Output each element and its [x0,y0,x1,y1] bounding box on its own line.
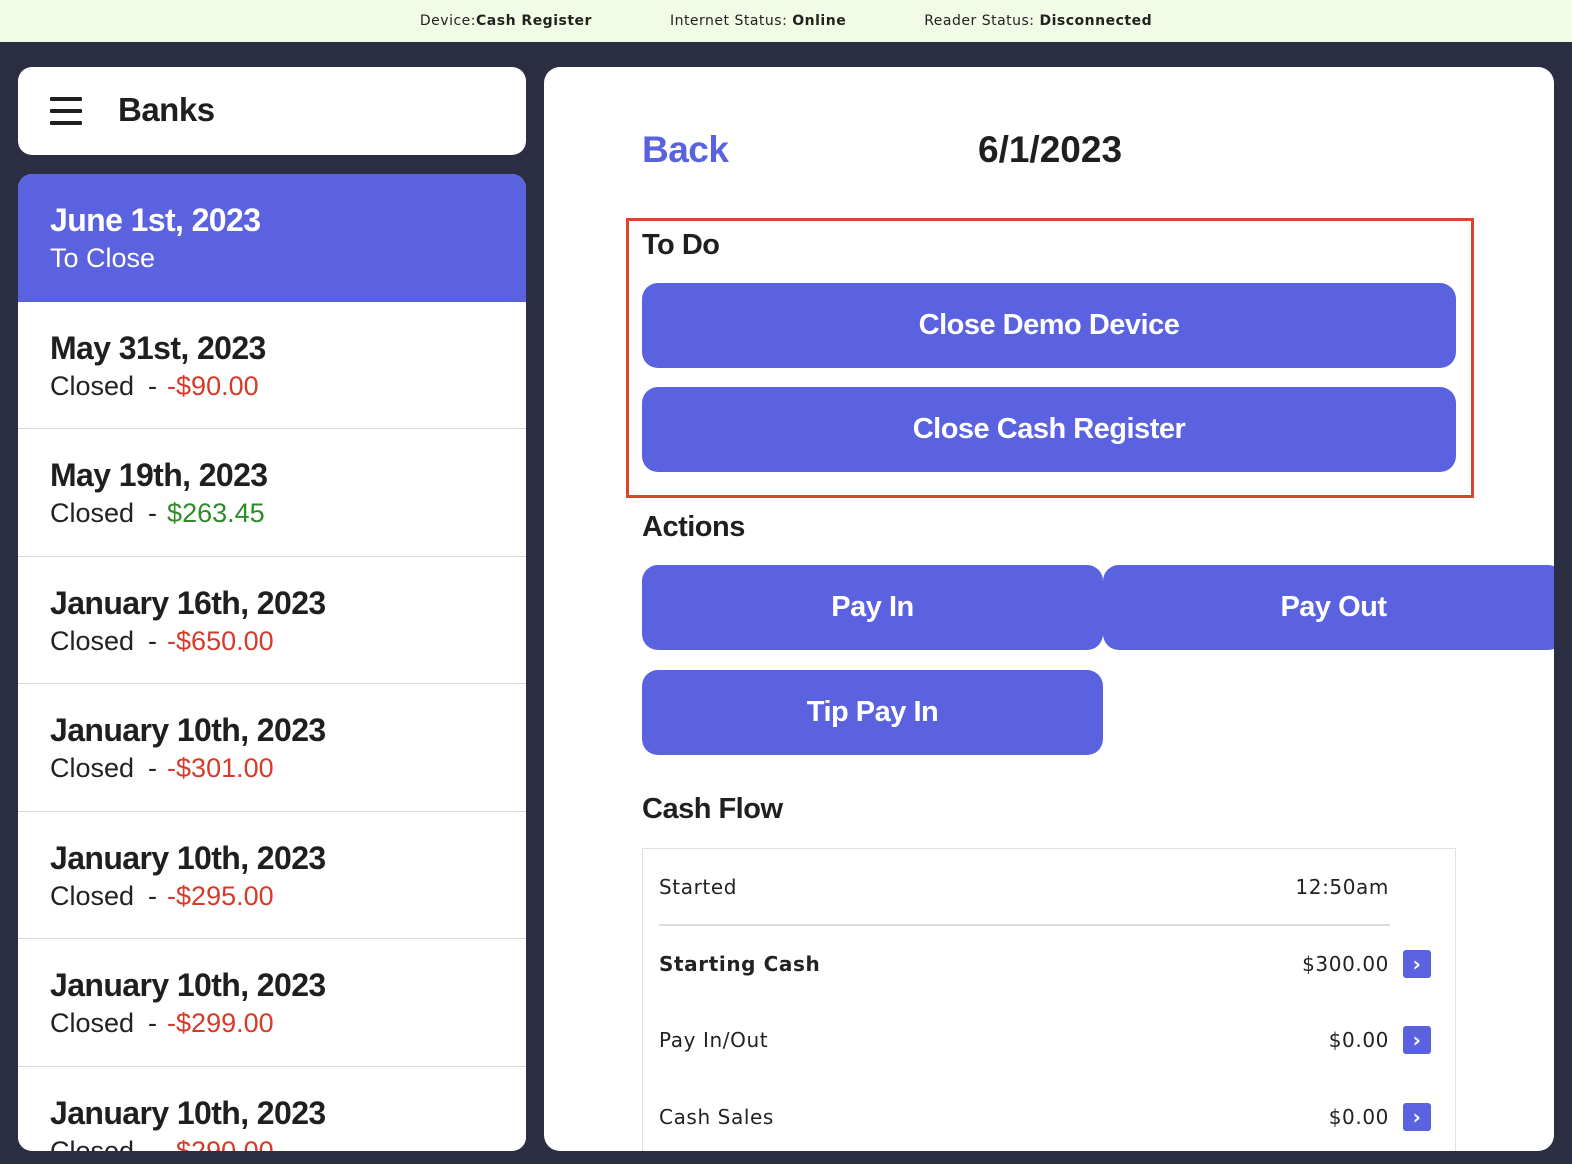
bank-list-item[interactable]: January 16th, 2023 Closed - -$650.00 [18,556,526,684]
bank-list: June 1st, 2023 To Close May 31st, 2023 C… [18,174,526,1151]
bank-list-item[interactable]: January 10th, 2023 Closed - -$295.00 [18,811,526,939]
sidebar: Banks June 1st, 2023 To Close May 31st, … [18,67,526,1151]
bank-status: Closed [50,753,135,783]
bank-date: May 19th, 2023 [50,457,268,493]
bank-status: Closed [50,1135,135,1152]
bank-date: January 10th, 2023 [50,967,326,1003]
cash-flow-label: Starting Cash [659,952,821,976]
pay-out-button[interactable]: Pay Out [1103,565,1554,650]
bank-list-item[interactable]: January 10th, 2023 Closed - -$290.00 [18,1066,526,1152]
bank-status: Closed [50,498,135,528]
chevron-right-icon[interactable]: › [1403,1103,1431,1131]
bank-amount: -$295.00 [167,880,274,911]
bank-amount: -$650.00 [167,625,274,656]
back-button[interactable]: Back [642,129,729,171]
chevron-right-icon[interactable]: › [1403,1026,1431,1054]
cash-flow-table: Started 12:50am Starting Cash $300.00 › … [642,848,1456,1151]
bank-amount: -$290.00 [167,1135,274,1152]
internet-status: Internet Status: Online [669,13,847,29]
bank-date: May 31st, 2023 [50,329,266,366]
sidebar-header: Banks [18,67,526,155]
bank-date: January 10th, 2023 [50,712,326,748]
pay-in-button[interactable]: Pay In [642,565,1103,650]
cash-flow-row-pay-in-out[interactable]: Pay In/Out $0.00 › [659,1010,1435,1070]
bank-list-item[interactable]: June 1st, 2023 To Close [18,174,526,302]
bank-date: June 1st, 2023 [50,202,261,238]
bank-status: Closed [50,880,135,911]
bank-amount: -$299.00 [167,1008,274,1038]
cash-flow-heading: Cash Flow [642,793,783,825]
bank-amount: -$301.00 [167,753,274,783]
bank-date: January 10th, 2023 [50,1094,326,1131]
cash-flow-row-cash-sales[interactable]: Cash Sales $0.00 › [659,1087,1435,1147]
tip-pay-in-button[interactable]: Tip Pay In [642,670,1103,755]
cash-flow-label: Cash Sales [659,1105,774,1129]
close-cash-register-button[interactable]: Close Cash Register [642,387,1456,472]
bank-status: To Close [50,243,156,273]
bank-list-item[interactable]: January 10th, 2023 Closed - -$299.00 [18,939,526,1067]
chevron-right-icon[interactable]: › [1403,950,1431,978]
status-bar: Device:Cash Register Internet Status: On… [0,0,1572,42]
page-title: 6/1/2023 [978,129,1123,170]
cash-flow-value: 12:50am [1295,875,1389,899]
actions-heading: Actions [642,511,745,543]
bank-list-item[interactable]: May 31st, 2023 Closed - -$90.00 [18,301,526,429]
bank-amount: -$90.00 [167,370,259,401]
bank-list-item[interactable]: January 10th, 2023 Closed - -$301.00 [18,684,526,812]
bank-date: January 16th, 2023 [50,584,326,621]
divider [659,924,1390,926]
cash-flow-label: Started [659,875,738,899]
bank-detail-panel: Back 6/1/2023 To Do Close Demo Device Cl… [544,67,1554,1151]
bank-status: Closed [50,625,135,656]
hamburger-menu-icon[interactable] [50,97,82,125]
close-demo-device-button[interactable]: Close Demo Device [642,283,1456,368]
reader-status: Reader Status: Disconnected [924,13,1153,29]
bank-status: Closed [50,370,135,401]
cash-flow-label: Pay In/Out [659,1028,769,1052]
bank-list-item[interactable]: May 19th, 2023 Closed - $263.45 [18,429,526,557]
cash-flow-row-starting-cash[interactable]: Starting Cash $300.00 › [659,934,1435,994]
bank-date: January 10th, 2023 [50,839,326,876]
sidebar-title: Banks [118,91,215,128]
cash-flow-row-started: Started 12:50am [659,857,1435,917]
bank-status: Closed [50,1008,135,1038]
todo-heading: To Do [642,229,720,261]
device-status: Device:Cash Register [419,13,592,29]
bank-amount: $263.45 [167,498,265,528]
